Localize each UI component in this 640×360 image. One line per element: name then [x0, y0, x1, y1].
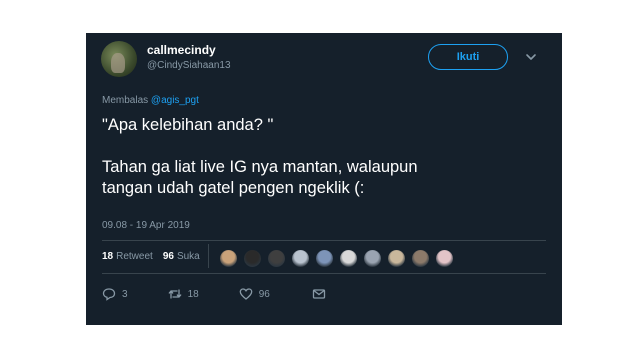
liker-avatar[interactable] [315, 249, 334, 268]
replying-to: Membalas @agis_pgt [102, 95, 199, 106]
message-icon [312, 289, 325, 299]
reply-to-link[interactable]: @agis_pgt [151, 95, 199, 106]
replying-label: Membalas [102, 95, 149, 106]
divider [102, 240, 546, 241]
retweet-stat-count: 18 [102, 251, 114, 262]
like-count: 96 [258, 288, 270, 300]
direct-message-action[interactable] [312, 287, 332, 301]
tweet-line-3: tangan udah gatel pengen ngeklik (: [102, 179, 365, 197]
stats-separator [208, 244, 209, 268]
author-name[interactable]: callmecindy [147, 43, 216, 57]
retweet-stat-label: Retweet [116, 251, 153, 262]
retweet-stat[interactable]: 18 Retweet [102, 251, 153, 262]
like-stat-label: Suka [176, 251, 200, 262]
action-bar: 3 18 96 [102, 287, 332, 301]
tweet-line-2: Tahan ga liat live IG nya mantan, walaup… [102, 158, 418, 176]
liker-avatar[interactable] [219, 249, 238, 268]
liker-avatar[interactable] [267, 249, 286, 268]
liker-avatar[interactable] [291, 249, 310, 268]
engagement-stats: 18 Retweet 96 Suka [102, 251, 210, 262]
follow-button[interactable]: Ikuti [428, 44, 508, 70]
like-icon [239, 288, 253, 300]
tweet-line-1: "Apa kelebihan anda? " [102, 116, 274, 134]
chevron-down-icon[interactable] [524, 50, 538, 64]
liker-avatar[interactable] [387, 249, 406, 268]
author-handle[interactable]: @CindySiahaan13 [147, 60, 231, 71]
liker-avatars [219, 249, 459, 268]
divider [102, 273, 546, 274]
liker-avatar[interactable] [363, 249, 382, 268]
tweet-text: "Apa kelebihan anda? " Tahan ga liat liv… [102, 115, 542, 199]
timestamp[interactable]: 09.08 - 19 Apr 2019 [102, 220, 190, 231]
liker-avatar[interactable] [411, 249, 430, 268]
like-stat-count: 96 [162, 251, 174, 262]
liker-avatar[interactable] [435, 249, 454, 268]
avatar[interactable] [101, 41, 137, 77]
like-stat[interactable]: 96 Suka [163, 251, 200, 262]
reply-count: 3 [122, 288, 128, 300]
tweet-card: callmecindy @CindySiahaan13 Ikuti Membal… [86, 33, 562, 325]
reply-icon [102, 288, 116, 301]
liker-avatar[interactable] [243, 249, 262, 268]
retweet-action[interactable]: 18 [168, 287, 199, 301]
like-action[interactable]: 96 [239, 287, 270, 301]
retweet-icon [168, 289, 181, 299]
retweet-count: 18 [187, 288, 199, 300]
liker-avatar[interactable] [339, 249, 358, 268]
reply-action[interactable]: 3 [102, 287, 128, 301]
